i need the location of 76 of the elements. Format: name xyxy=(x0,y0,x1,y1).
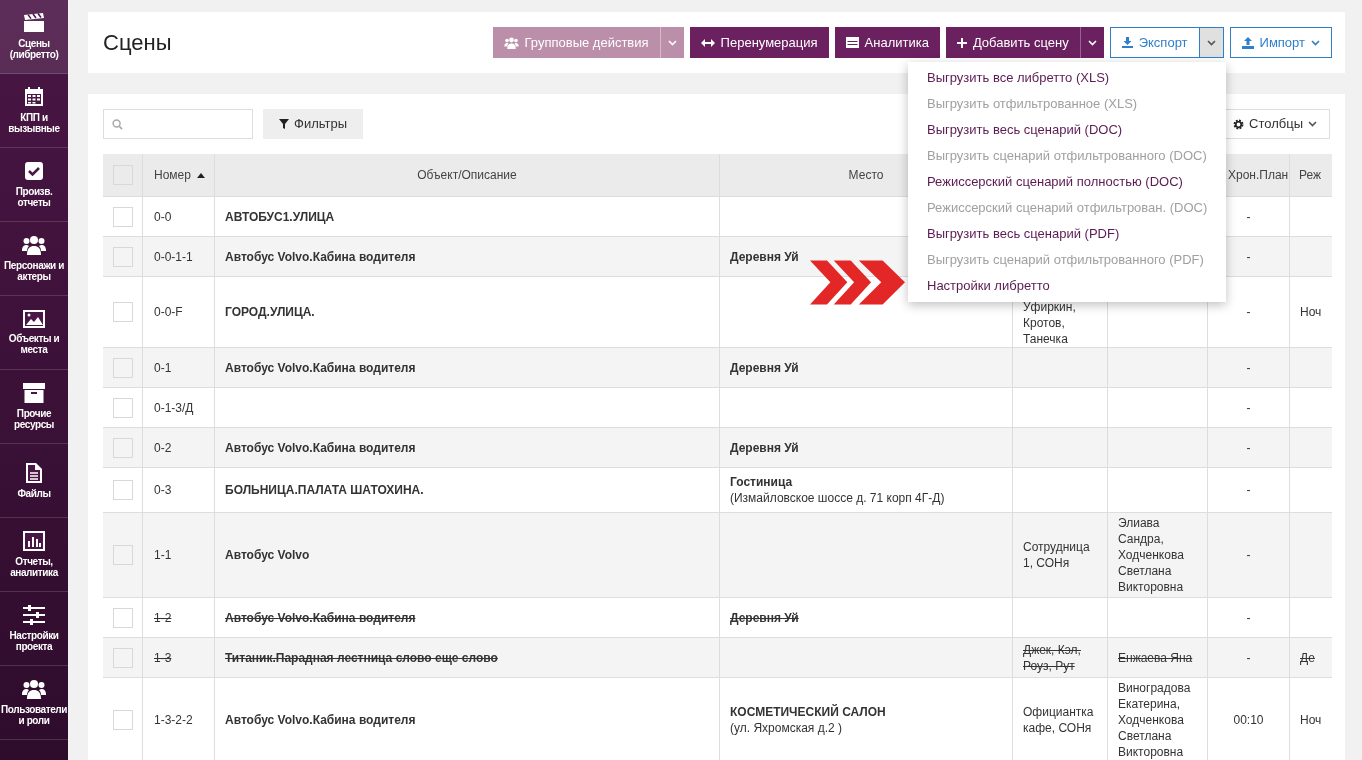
column-header: Объект/Описание xyxy=(417,167,517,184)
import-button[interactable]: Импорт xyxy=(1229,27,1332,58)
time-plan: - xyxy=(1246,482,1251,499)
scene-number: 1-2 xyxy=(154,609,172,627)
location-name: Деревня Уй xyxy=(730,359,799,376)
characters-text: Официантка кафе, СОНя xyxy=(1023,704,1095,736)
column-header: Хрон.План xyxy=(1228,167,1289,184)
scene-description: АВТОБУС1.УЛИЦА xyxy=(225,208,335,226)
time-plan: - xyxy=(1246,359,1251,377)
actors-text: Енжаева Яна xyxy=(1118,649,1193,666)
column-header: Место xyxy=(848,167,884,184)
sidebar-item[interactable]: Прочие ресурсы xyxy=(0,370,68,444)
sidebar-item[interactable]: Персонажи и актеры xyxy=(0,222,68,296)
time-plan: - xyxy=(1246,649,1251,667)
location-name: Деревня Уй xyxy=(730,248,799,265)
scene-description: Титаник.Парадная лестница слово еще слово xyxy=(225,649,498,667)
scene-number: 1-1 xyxy=(154,547,172,564)
sidebar-item[interactable]: Пользователи и роли xyxy=(0,666,68,740)
location-name: Гостиница xyxy=(730,474,794,490)
location-address: (ул. Яхромская д.2 ) xyxy=(730,720,844,736)
menu-item[interactable]: Выгрузить все либретто (XLS) xyxy=(908,65,1226,91)
menu-item[interactable]: Режиссерский сценарий полностью (DOC) xyxy=(908,169,1226,195)
column-header: Номер xyxy=(154,167,191,184)
sidebar-item[interactable]: Файлы xyxy=(0,444,68,518)
sidebar-item[interactable]: Произв. отчеты xyxy=(0,148,68,222)
time-plan: - xyxy=(1246,399,1251,417)
time-plan: - xyxy=(1246,609,1251,627)
column-header: Реж xyxy=(1299,167,1322,184)
toolbar-button[interactable]: Добавить сцену xyxy=(945,27,1080,58)
time-plan: - xyxy=(1246,439,1251,457)
scene-description: БОЛЬНИЦА.ПАЛАТА ШАТОХИНА. xyxy=(225,482,424,499)
sidebar-item[interactable]: Сцены (либретто) xyxy=(0,0,68,74)
time-plan: - xyxy=(1246,304,1251,321)
sidebar-item[interactable]: Отчеты, аналитика xyxy=(0,518,68,592)
scene-number: 1-3-2-2 xyxy=(154,712,193,729)
scene-description: Автобус Volvo.Кабина водителя xyxy=(225,359,416,377)
scene-number: 1-3 xyxy=(154,649,172,667)
sidebar-item[interactable]: КПП и вызывные xyxy=(0,74,68,148)
scene-number: 0-0 xyxy=(154,208,172,226)
director-text: Де xyxy=(1300,649,1315,667)
scene-description: Автобус Volvo.Кабина водителя xyxy=(225,712,416,729)
scene-number: 0-1-3/Д xyxy=(154,399,194,417)
director-text: Ноч xyxy=(1300,304,1322,321)
time-plan: - xyxy=(1246,547,1251,564)
scene-description: Автобус Volvo.Кабина водителя xyxy=(225,609,416,627)
time-plan: 00:10 xyxy=(1233,712,1264,729)
characters-text: Джек, Кэл, Роуз, Рут xyxy=(1023,641,1082,674)
filters-button[interactable]: Фильтры xyxy=(263,109,363,139)
location-address: (Измайловское шоссе д. 71 корп 4Г-Д) xyxy=(730,490,945,506)
scene-number: 0-1 xyxy=(154,359,172,377)
location-name: КОСМЕТИЧЕСКИЙ САЛОН xyxy=(730,704,886,720)
export-button[interactable]: Экспорт xyxy=(1109,27,1200,58)
scene-description: ГОРОД.УЛИЦА. xyxy=(225,304,315,321)
scene-number: 0-0-1-1 xyxy=(154,248,193,266)
scene-number: 0-0-F xyxy=(154,304,183,321)
location-name: Деревня Уй xyxy=(730,609,799,626)
location-name: Деревня Уй xyxy=(730,439,799,456)
time-plan: - xyxy=(1246,208,1251,226)
toolbar-button[interactable]: Перенумерация xyxy=(689,27,829,58)
menu-item[interactable]: Настройки либретто xyxy=(908,273,1226,299)
page-title: Сцены xyxy=(103,29,173,57)
scene-number: 0-3 xyxy=(154,482,172,499)
time-plan: - xyxy=(1246,248,1251,266)
characters-text: Сотрудница 1, СОНя xyxy=(1023,539,1091,571)
scene-description: Автобус Volvo.Кабина водителя xyxy=(225,248,416,266)
menu-item[interactable]: Выгрузить весь сценарий (PDF) xyxy=(908,221,1226,247)
scene-description: Автобус Volvo xyxy=(225,547,310,564)
actors-text: Элиава Сандра, Ходченкова Светлана Викторовна xyxy=(1118,515,1185,595)
scene-number: 0-2 xyxy=(154,439,172,457)
sidebar-item[interactable]: Объекты и места xyxy=(0,296,68,370)
sidebar-item[interactable]: Настройки проекта xyxy=(0,592,68,666)
actors-text: Виноградова Екатерина, Ходченкова Светлана Викторовна xyxy=(1118,680,1192,760)
toolbar-button[interactable]: Аналитика xyxy=(834,27,940,58)
characters-text: Уфиркин, Кротов, Танечка xyxy=(1023,299,1077,347)
director-text: Ноч xyxy=(1300,712,1322,729)
scene-description: Автобус Volvo.Кабина водителя xyxy=(225,439,416,457)
